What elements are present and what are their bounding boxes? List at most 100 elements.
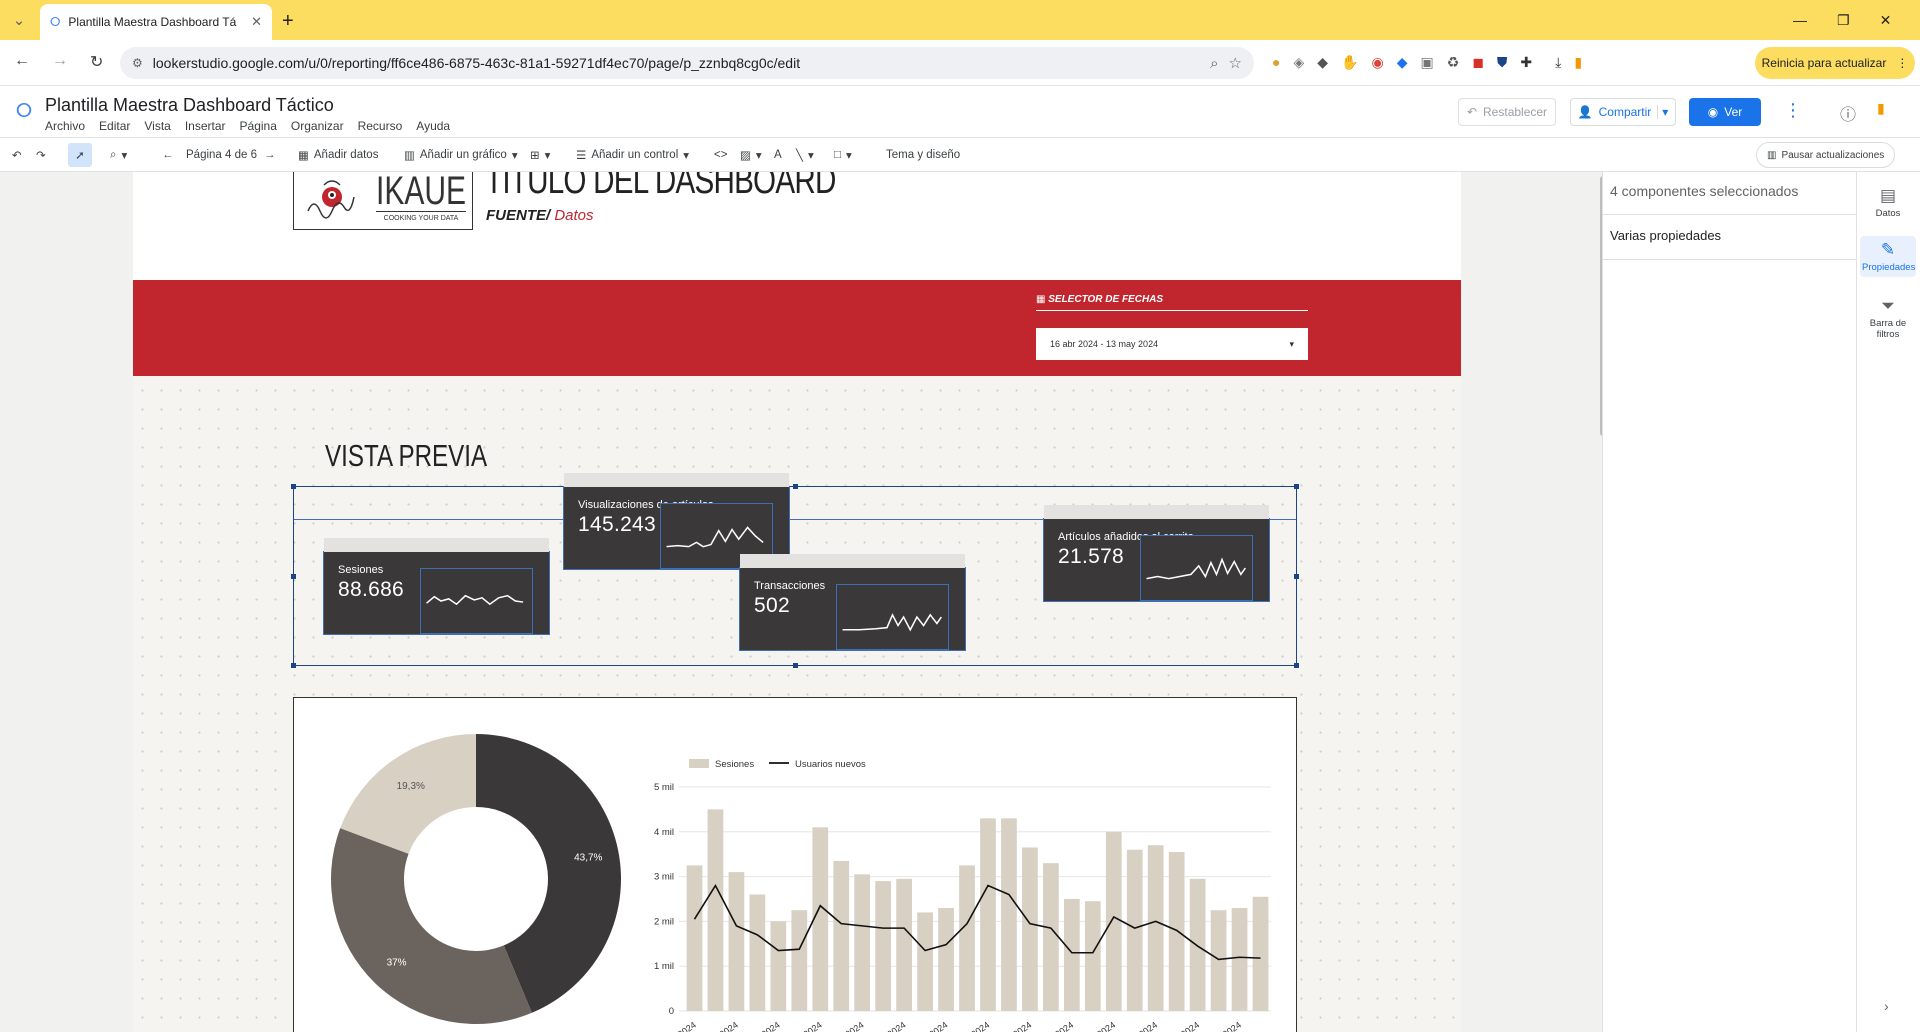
report-title[interactable]: Plantilla Maestra Dashboard Táctico [45, 95, 334, 116]
logo-wordmark: IKAUE [376, 172, 467, 213]
bar [938, 907, 954, 1011]
download-icon[interactable]: ⤓ [1555, 54, 1561, 71]
resize-handle[interactable] [793, 484, 798, 489]
bar [1022, 847, 1038, 1011]
resize-handle[interactable] [291, 484, 296, 489]
page-indicator[interactable]: Página 4 de 6 [186, 143, 257, 167]
menu-bar: Archivo Editar Vista Insertar Página Org… [45, 119, 450, 133]
looker-logo-icon[interactable]: ⭘ [16, 100, 32, 123]
zoom-icon[interactable]: ⌕ [1210, 55, 1218, 72]
company-logo[interactable]: IKAUE COOKING YOUR DATA [293, 172, 473, 230]
kpi-card-carrito[interactable]: Artículos añadidos al carrito 21.578 [1043, 505, 1270, 602]
shape-button[interactable]: □ ▾ [834, 143, 852, 167]
extension-9-icon[interactable]: ◼ [1472, 54, 1484, 71]
resize-handle[interactable] [793, 663, 798, 668]
rail-propiedades[interactable]: ✎ Propiedades [1860, 236, 1916, 277]
theme-button[interactable]: Tema y diseño [886, 143, 960, 167]
charts-container[interactable]: 43,7% 37% 19,3% 0 1 mil 2 mil 3 mil 4 mil 5 mil a… [293, 697, 1297, 1032]
legend-swatch-bar [689, 759, 709, 768]
add-control-button[interactable]: ☰ Añadir un control ▾ [576, 143, 689, 167]
rail-barra-filtros[interactable]: ⏷ Barra de filtros [1860, 296, 1916, 340]
x-tick-label: may 2024 [1163, 1020, 1201, 1032]
restore-icon[interactable]: ❐ [1837, 12, 1850, 29]
date-range-picker[interactable]: 16 abr 2024 - 13 may 2024 ▾ [1036, 328, 1308, 360]
close-tab-icon[interactable]: ✕ [251, 14, 262, 30]
menu-organizar[interactable]: Organizar [291, 119, 344, 133]
select-pointer-icon[interactable]: ➚ [68, 143, 92, 167]
camera-extension-icon[interactable]: ▣ [1420, 54, 1433, 71]
extension-8-icon[interactable]: ♻ [1447, 54, 1460, 71]
add-chart-label: Añadir un gráfico [419, 149, 507, 161]
extension-3-icon[interactable]: ◆ [1317, 54, 1328, 71]
extension-2-icon[interactable]: ◈ [1293, 54, 1304, 71]
tab-search-chevron-icon[interactable]: ⌄ [8, 10, 30, 30]
resize-handle[interactable] [291, 574, 296, 579]
update-browser-button[interactable]: Reinicia para actualizar ⋮ [1755, 47, 1915, 79]
kpi-card-transacciones[interactable]: Transacciones 502 [739, 554, 966, 651]
chevron-right-icon[interactable]: › [1884, 998, 1889, 1014]
add-data-button[interactable]: ▦ Añadir datos [298, 143, 378, 167]
analytics-icon[interactable]: ▮ [1877, 100, 1885, 117]
redo-icon[interactable]: ↷ [36, 143, 46, 167]
extension-10-icon[interactable]: ⛊ [1497, 54, 1508, 71]
new-tab-icon[interactable]: + [282, 10, 294, 33]
extension-5-icon[interactable]: ◉ [1371, 54, 1383, 71]
menu-pagina[interactable]: Página [240, 119, 277, 133]
extension-4-icon[interactable]: ✋ [1341, 54, 1358, 71]
text-box-icon[interactable]: A [774, 143, 782, 167]
share-button[interactable]: 👤 Compartir ▾ [1570, 98, 1676, 126]
resize-handle[interactable] [1294, 663, 1299, 668]
bar [1210, 910, 1227, 1011]
rail-datos[interactable]: ▤ Datos [1860, 186, 1916, 219]
next-page-icon[interactable]: → [264, 143, 276, 167]
browser-tab[interactable]: ⭘ Plantilla Maestra Dashboard Tá ✕ [40, 4, 272, 40]
site-info-icon[interactable]: ⚙ [132, 56, 143, 70]
add-chart-button[interactable]: ▥ Añadir un gráfico ▾ [404, 143, 518, 167]
resize-handle[interactable] [1294, 484, 1299, 489]
more-options-icon[interactable]: ⋮ [1784, 100, 1802, 121]
rail-label: Barra de filtros [1869, 318, 1907, 340]
extension-cookie-icon[interactable]: ● [1272, 54, 1280, 71]
pause-updates-button[interactable]: ▥ Pausar actualizaciones [1756, 142, 1896, 168]
zoom-dropdown[interactable]: ⌕ ▾ [110, 143, 127, 167]
menu-insertar[interactable]: Insertar [185, 119, 226, 133]
back-icon[interactable]: ← [14, 52, 30, 72]
help-icon[interactable]: ⓘ [1840, 101, 1856, 125]
charts-svg: 43,7% 37% 19,3% 0 1 mil 2 mil 3 mil 4 mil 5 mil a… [331, 734, 1271, 1032]
menu-archivo[interactable]: Archivo [45, 119, 85, 133]
community-viz-button[interactable]: ⊞ ▾ [530, 143, 550, 167]
kpi-card-sesiones[interactable]: Sesiones 88.686 [323, 538, 550, 635]
data-source-label[interactable]: FUENTE/ Datos [486, 207, 594, 224]
table-icon: ▤ [1879, 186, 1897, 205]
analytics-extension-icon[interactable]: ▮ [1574, 54, 1582, 71]
pause-icon: ▥ [1767, 149, 1777, 161]
previous-page-icon[interactable]: ← [162, 143, 174, 167]
view-button[interactable]: ◉ Ver [1689, 98, 1761, 126]
line-button[interactable]: ╲ ▾ [796, 143, 814, 167]
bar [1252, 896, 1269, 1011]
menu-vista[interactable]: Vista [144, 119, 170, 133]
resize-handle[interactable] [291, 663, 296, 668]
share-dropdown-icon[interactable]: ▾ [1657, 105, 1668, 119]
menu-recurso[interactable]: Recurso [358, 119, 403, 133]
embed-code-icon[interactable]: <> [714, 143, 727, 167]
address-bar[interactable]: ⚙ lookerstudio.google.com/u/0/reporting/… [120, 47, 1254, 79]
forward-icon[interactable]: → [52, 52, 68, 72]
resize-handle[interactable] [1294, 574, 1299, 579]
menu-editar[interactable]: Editar [99, 119, 130, 133]
bookmark-star-icon[interactable]: ☆ [1229, 54, 1242, 72]
close-window-icon[interactable]: ✕ [1880, 12, 1892, 29]
extensions-puzzle-icon[interactable]: ✚ [1520, 54, 1532, 71]
extension-6-icon[interactable]: ◆ [1397, 54, 1408, 71]
legend-label: Usuarios nuevos [795, 759, 866, 770]
minimize-icon[interactable]: — [1793, 12, 1807, 29]
undo-icon[interactable]: ↶ [12, 143, 22, 167]
menu-ayuda[interactable]: Ayuda [416, 119, 450, 133]
community-viz-icon: ⊞ [530, 150, 540, 162]
source-value: Datos [550, 207, 594, 224]
reset-button[interactable]: ↶ Restablecer [1458, 98, 1556, 126]
image-button[interactable]: ▨ ▾ [740, 143, 762, 167]
add-chart-icon: ▥ [404, 150, 415, 162]
dashboard-title[interactable]: TITULO DEL DASHBOARD [485, 172, 836, 203]
reload-icon[interactable]: ↻ [90, 52, 103, 72]
